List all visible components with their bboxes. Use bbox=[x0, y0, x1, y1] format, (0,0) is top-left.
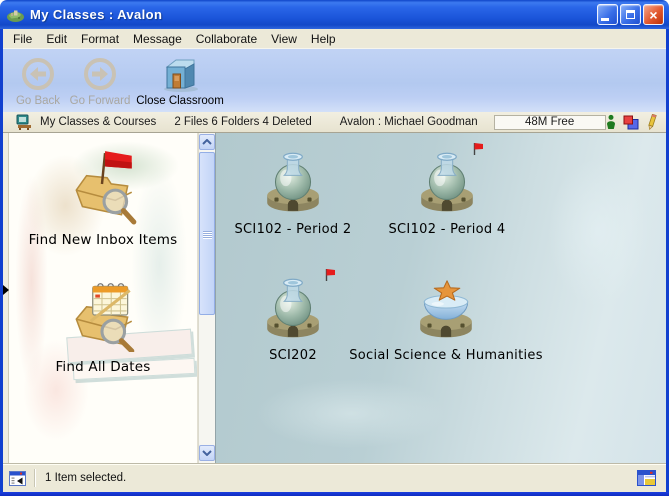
identity-label: Avalon : Michael Goodman bbox=[340, 116, 478, 128]
minimize-icon bbox=[601, 18, 609, 21]
maximize-icon bbox=[626, 10, 635, 19]
minimize-button[interactable] bbox=[597, 4, 618, 25]
desk-icon bbox=[15, 114, 33, 130]
chevron-up-icon bbox=[202, 139, 212, 145]
pencil-icon[interactable] bbox=[646, 114, 658, 130]
close-classroom-label: Close Classroom bbox=[136, 95, 224, 107]
content-area: Find New Inbox Items bbox=[3, 133, 666, 463]
find-all-dates-label: Find All Dates bbox=[55, 359, 150, 375]
class-label: Social Science & Humanities bbox=[349, 348, 543, 363]
flask-classroom-icon bbox=[260, 274, 326, 345]
toolbar: Go Back Go Forward bbox=[3, 49, 666, 112]
storage-free-label: 48M Free bbox=[525, 116, 574, 128]
storage-free-indicator: 48M Free bbox=[494, 115, 606, 130]
maximize-button[interactable] bbox=[620, 4, 641, 25]
menu-view[interactable]: View bbox=[264, 30, 304, 48]
class-item-social-science-humanities[interactable]: Social Science & Humanities bbox=[341, 268, 551, 363]
info-bar: My Classes & Courses 2 Files 6 Folders 4… bbox=[3, 112, 666, 133]
go-back-button[interactable]: Go Back bbox=[9, 52, 67, 110]
menu-message[interactable]: Message bbox=[126, 30, 189, 48]
back-circle-arrow-icon bbox=[18, 53, 58, 95]
find-new-inbox-items[interactable]: Find New Inbox Items bbox=[9, 147, 197, 248]
close-classroom-button[interactable]: Close Classroom bbox=[133, 52, 227, 110]
folder-calendar-search-icon bbox=[64, 274, 142, 357]
menu-file[interactable]: File bbox=[6, 30, 39, 48]
new-items-flag-icon bbox=[472, 142, 484, 161]
class-item-sci102-period-4[interactable]: SCI102 - Period 4 bbox=[357, 142, 537, 237]
scroll-up-button[interactable] bbox=[199, 134, 215, 150]
collapse-panel-window-icon[interactable] bbox=[9, 471, 26, 486]
folder-flag-search-icon bbox=[64, 147, 142, 230]
person-icon[interactable] bbox=[606, 114, 616, 130]
menu-help[interactable]: Help bbox=[304, 30, 343, 48]
sidebar-scrollbar[interactable] bbox=[198, 133, 215, 463]
scroll-down-button[interactable] bbox=[199, 445, 215, 461]
flask-classroom-icon bbox=[260, 148, 326, 219]
class-item-sci102-period-2[interactable]: SCI102 - Period 2 bbox=[218, 142, 368, 237]
menu-format[interactable]: Format bbox=[74, 30, 126, 48]
forward-circle-arrow-icon bbox=[80, 53, 120, 95]
item-counts: 2 Files 6 Folders 4 Deleted bbox=[174, 116, 311, 128]
new-items-flag-icon bbox=[324, 268, 336, 287]
go-forward-button[interactable]: Go Forward bbox=[67, 52, 133, 110]
window-bottom-border bbox=[0, 492, 669, 496]
flask-classroom-icon bbox=[414, 148, 480, 219]
layers-icon[interactable] bbox=[623, 115, 639, 130]
go-forward-label: Go Forward bbox=[70, 95, 131, 107]
class-label: SCI102 - Period 4 bbox=[389, 222, 506, 237]
class-label: SCI202 bbox=[269, 348, 317, 363]
menu-edit[interactable]: Edit bbox=[39, 30, 74, 48]
menu-bar: File Edit Format Message Collaborate Vie… bbox=[3, 29, 666, 49]
title-bar[interactable]: My Classes : Avalon × bbox=[0, 0, 669, 29]
bowl-starfish-classroom-icon bbox=[413, 274, 479, 345]
class-label: SCI102 - Period 2 bbox=[235, 222, 352, 237]
classes-workspace: SCI102 - Period 2 bbox=[215, 133, 666, 463]
scrollbar-thumb[interactable] bbox=[199, 152, 215, 315]
breadcrumb-location: My Classes & Courses bbox=[40, 116, 156, 128]
go-back-label: Go Back bbox=[16, 95, 60, 107]
avalon-island-icon bbox=[6, 7, 25, 23]
find-all-dates[interactable]: Find All Dates bbox=[9, 274, 197, 375]
scrollbar-grip bbox=[203, 231, 212, 238]
find-new-inbox-items-label: Find New Inbox Items bbox=[29, 232, 178, 248]
window-controls: × bbox=[597, 4, 664, 25]
sidebar: Find New Inbox Items bbox=[9, 133, 198, 463]
status-separator bbox=[34, 469, 35, 487]
close-button[interactable]: × bbox=[643, 4, 664, 25]
classroom-building-icon bbox=[157, 53, 203, 95]
app-window: My Classes : Avalon × File Edit Format M… bbox=[0, 0, 669, 496]
info-bar-tools bbox=[606, 114, 658, 130]
menu-collaborate[interactable]: Collaborate bbox=[189, 30, 264, 48]
layout-window-icon[interactable] bbox=[637, 470, 656, 486]
chevron-down-icon bbox=[202, 450, 212, 456]
status-text: 1 Item selected. bbox=[45, 472, 126, 484]
status-bar: 1 Item selected. bbox=[3, 463, 666, 492]
close-icon: × bbox=[649, 8, 657, 22]
window-title: My Classes : Avalon bbox=[30, 7, 597, 22]
